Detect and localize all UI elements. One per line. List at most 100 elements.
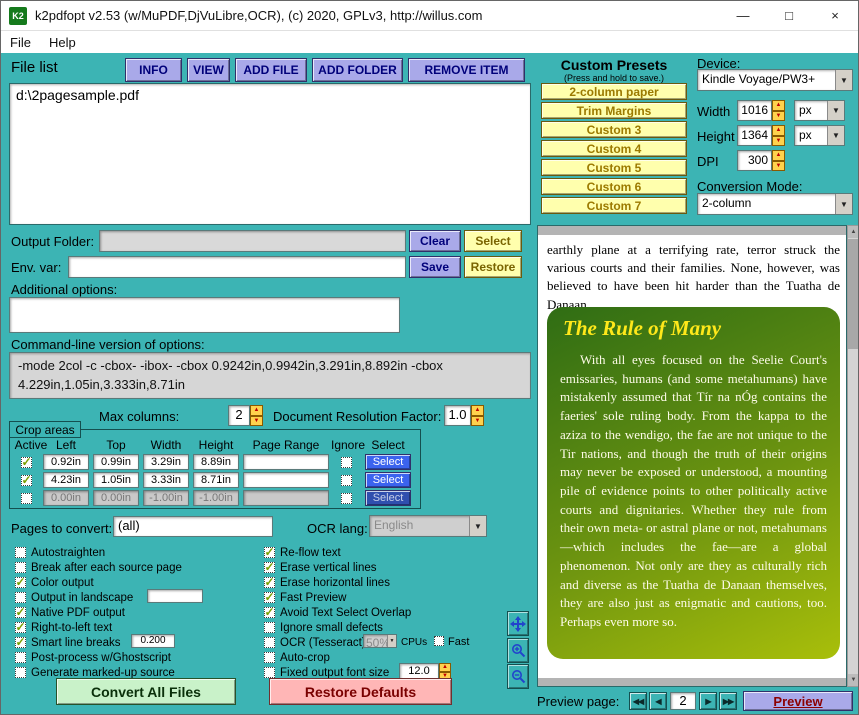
info-button[interactable]: INFO: [125, 58, 182, 82]
fixed-font-size-spin-up[interactable]: ▲: [439, 663, 451, 672]
crop-row2-top-input[interactable]: 1.05in: [93, 472, 139, 488]
preset-custom-5-button[interactable]: Custom 5: [541, 159, 687, 176]
break-after-page-checkbox[interactable]: [15, 562, 26, 573]
preview-page-input[interactable]: 2: [670, 692, 696, 710]
crop-row1-top-input[interactable]: 0.99in: [93, 454, 139, 470]
crop-row3-page-range-input[interactable]: [243, 490, 329, 506]
conversion-mode-select[interactable]: 2-column ▼: [697, 193, 853, 215]
add-file-button[interactable]: ADD FILE: [235, 58, 307, 82]
zoom-out-button[interactable]: [507, 664, 529, 689]
menu-help[interactable]: Help: [40, 35, 85, 50]
preset-custom-3-button[interactable]: Custom 3: [541, 121, 687, 138]
autostraighten-checkbox[interactable]: [15, 547, 26, 558]
crop-row2-width-input[interactable]: 3.33in: [143, 472, 189, 488]
device-select[interactable]: Kindle Voyage/PW3+ ▼: [697, 69, 853, 91]
device-dpi-spin-down[interactable]: ▼: [772, 160, 785, 171]
crop-row3-active-checkbox[interactable]: [21, 493, 32, 504]
device-width-spin-up[interactable]: ▲: [772, 100, 785, 111]
crop-row3-height-input[interactable]: -1.00in: [193, 490, 239, 506]
smart-line-breaks-checkbox[interactable]: ✓: [15, 636, 26, 648]
max-columns-spin-up[interactable]: ▲: [250, 405, 263, 416]
crop-row2-active-checkbox[interactable]: ✓: [21, 474, 32, 486]
preset-trim-margins-button[interactable]: Trim Margins: [541, 102, 687, 119]
color-output-checkbox[interactable]: ✓: [15, 576, 26, 588]
crop-row2-height-input[interactable]: 8.71in: [193, 472, 239, 488]
crop-row1-page-range-input[interactable]: [243, 454, 329, 470]
next-page-button[interactable]: ▶: [699, 692, 717, 710]
max-columns-input[interactable]: 2: [228, 405, 250, 426]
ocr-fast-checkbox[interactable]: [434, 636, 444, 646]
landscape-pages-input[interactable]: [147, 589, 203, 603]
doc-res-input[interactable]: 1.0: [444, 405, 471, 426]
file-list-box[interactable]: d:\2pagesample.pdf: [9, 83, 531, 225]
crop-row1-height-input[interactable]: 8.89in: [193, 454, 239, 470]
crop-row3-width-input[interactable]: -1.00in: [143, 490, 189, 506]
crop-row1-ignore-checkbox[interactable]: [341, 457, 352, 468]
remove-item-button[interactable]: REMOVE ITEM: [408, 58, 525, 82]
landscape-checkbox[interactable]: [15, 592, 26, 603]
fit-page-button[interactable]: [507, 611, 529, 636]
preview-scrollbar[interactable]: ▲ ▼: [847, 225, 858, 687]
preset-custom-4-button[interactable]: Custom 4: [541, 140, 687, 157]
max-columns-spin-down[interactable]: ▼: [250, 415, 263, 426]
crop-row1-select-button[interactable]: Select: [365, 454, 411, 470]
crop-row3-ignore-checkbox[interactable]: [341, 493, 352, 504]
crop-row3-left-input[interactable]: 0.00in: [43, 490, 89, 506]
previous-page-button[interactable]: ◀: [649, 692, 667, 710]
last-page-button[interactable]: ▶▶: [719, 692, 737, 710]
maximize-button[interactable]: □: [766, 1, 812, 31]
preview-button[interactable]: Preview: [743, 691, 853, 711]
doc-res-spin-up[interactable]: ▲: [471, 405, 484, 416]
ghostscript-checkbox[interactable]: [15, 652, 26, 663]
env-var-input[interactable]: [68, 256, 406, 278]
crop-row2-page-range-input[interactable]: [243, 472, 329, 488]
restore-defaults-button[interactable]: Restore Defaults: [269, 678, 452, 705]
doc-res-spin-down[interactable]: ▼: [471, 415, 484, 426]
minimize-button[interactable]: —: [720, 1, 766, 31]
preset-custom-7-button[interactable]: Custom 7: [541, 197, 687, 214]
first-page-button[interactable]: ◀◀: [629, 692, 647, 710]
close-button[interactable]: ×: [812, 1, 858, 31]
zoom-in-button[interactable]: [507, 638, 529, 663]
view-button[interactable]: VIEW: [187, 58, 230, 82]
native-pdf-checkbox[interactable]: ✓: [15, 606, 26, 618]
ocr-tesseract-checkbox[interactable]: [264, 637, 275, 648]
crop-row1-width-input[interactable]: 3.29in: [143, 454, 189, 470]
convert-all-files-button[interactable]: Convert All Files: [56, 678, 236, 705]
device-height-spin-up[interactable]: ▲: [772, 125, 785, 136]
crop-row3-select-button[interactable]: Select: [365, 490, 411, 506]
pages-to-convert-input[interactable]: (all): [113, 516, 273, 537]
env-var-save-button[interactable]: Save: [409, 256, 461, 278]
device-width-unit-select[interactable]: px ▼: [794, 100, 845, 121]
output-folder-clear-button[interactable]: Clear: [409, 230, 461, 252]
crop-row1-left-input[interactable]: 0.92in: [43, 454, 89, 470]
scrollbar-thumb[interactable]: [848, 239, 858, 349]
add-folder-button[interactable]: ADD FOLDER: [312, 58, 403, 82]
ocr-lang-select[interactable]: English ▼: [369, 515, 487, 537]
fast-preview-checkbox[interactable]: ✓: [264, 591, 275, 603]
scroll-up-icon[interactable]: ▲: [848, 226, 858, 238]
device-width-input[interactable]: 1016: [737, 100, 772, 121]
file-list-item[interactable]: d:\2pagesample.pdf: [10, 84, 530, 106]
ocr-cpu-select[interactable]: 50% ▼: [363, 634, 397, 648]
additional-options-input[interactable]: [9, 297, 400, 333]
device-height-input[interactable]: 1364: [737, 125, 772, 146]
output-folder-select-button[interactable]: Select: [464, 230, 522, 252]
reflow-text-checkbox[interactable]: ✓: [264, 546, 275, 558]
auto-crop-checkbox[interactable]: [264, 652, 275, 663]
avoid-text-select-overlap-checkbox[interactable]: ✓: [264, 606, 275, 618]
crop-row2-select-button[interactable]: Select: [365, 472, 411, 488]
device-width-spin-down[interactable]: ▼: [772, 110, 785, 121]
device-height-spin-down[interactable]: ▼: [772, 135, 785, 146]
output-folder-input[interactable]: [99, 230, 406, 252]
preset-2-column-paper-button[interactable]: 2-column paper: [541, 83, 687, 100]
erase-horizontal-lines-checkbox[interactable]: ✓: [264, 576, 275, 588]
crop-row3-top-input[interactable]: 0.00in: [93, 490, 139, 506]
preset-custom-6-button[interactable]: Custom 6: [541, 178, 687, 195]
scroll-down-icon[interactable]: ▼: [848, 674, 858, 686]
marked-up-source-checkbox[interactable]: [15, 667, 26, 678]
crop-row2-ignore-checkbox[interactable]: [341, 475, 352, 486]
ignore-small-defects-checkbox[interactable]: [264, 622, 275, 633]
erase-vertical-lines-checkbox[interactable]: ✓: [264, 561, 275, 573]
device-dpi-spin-up[interactable]: ▲: [772, 150, 785, 161]
